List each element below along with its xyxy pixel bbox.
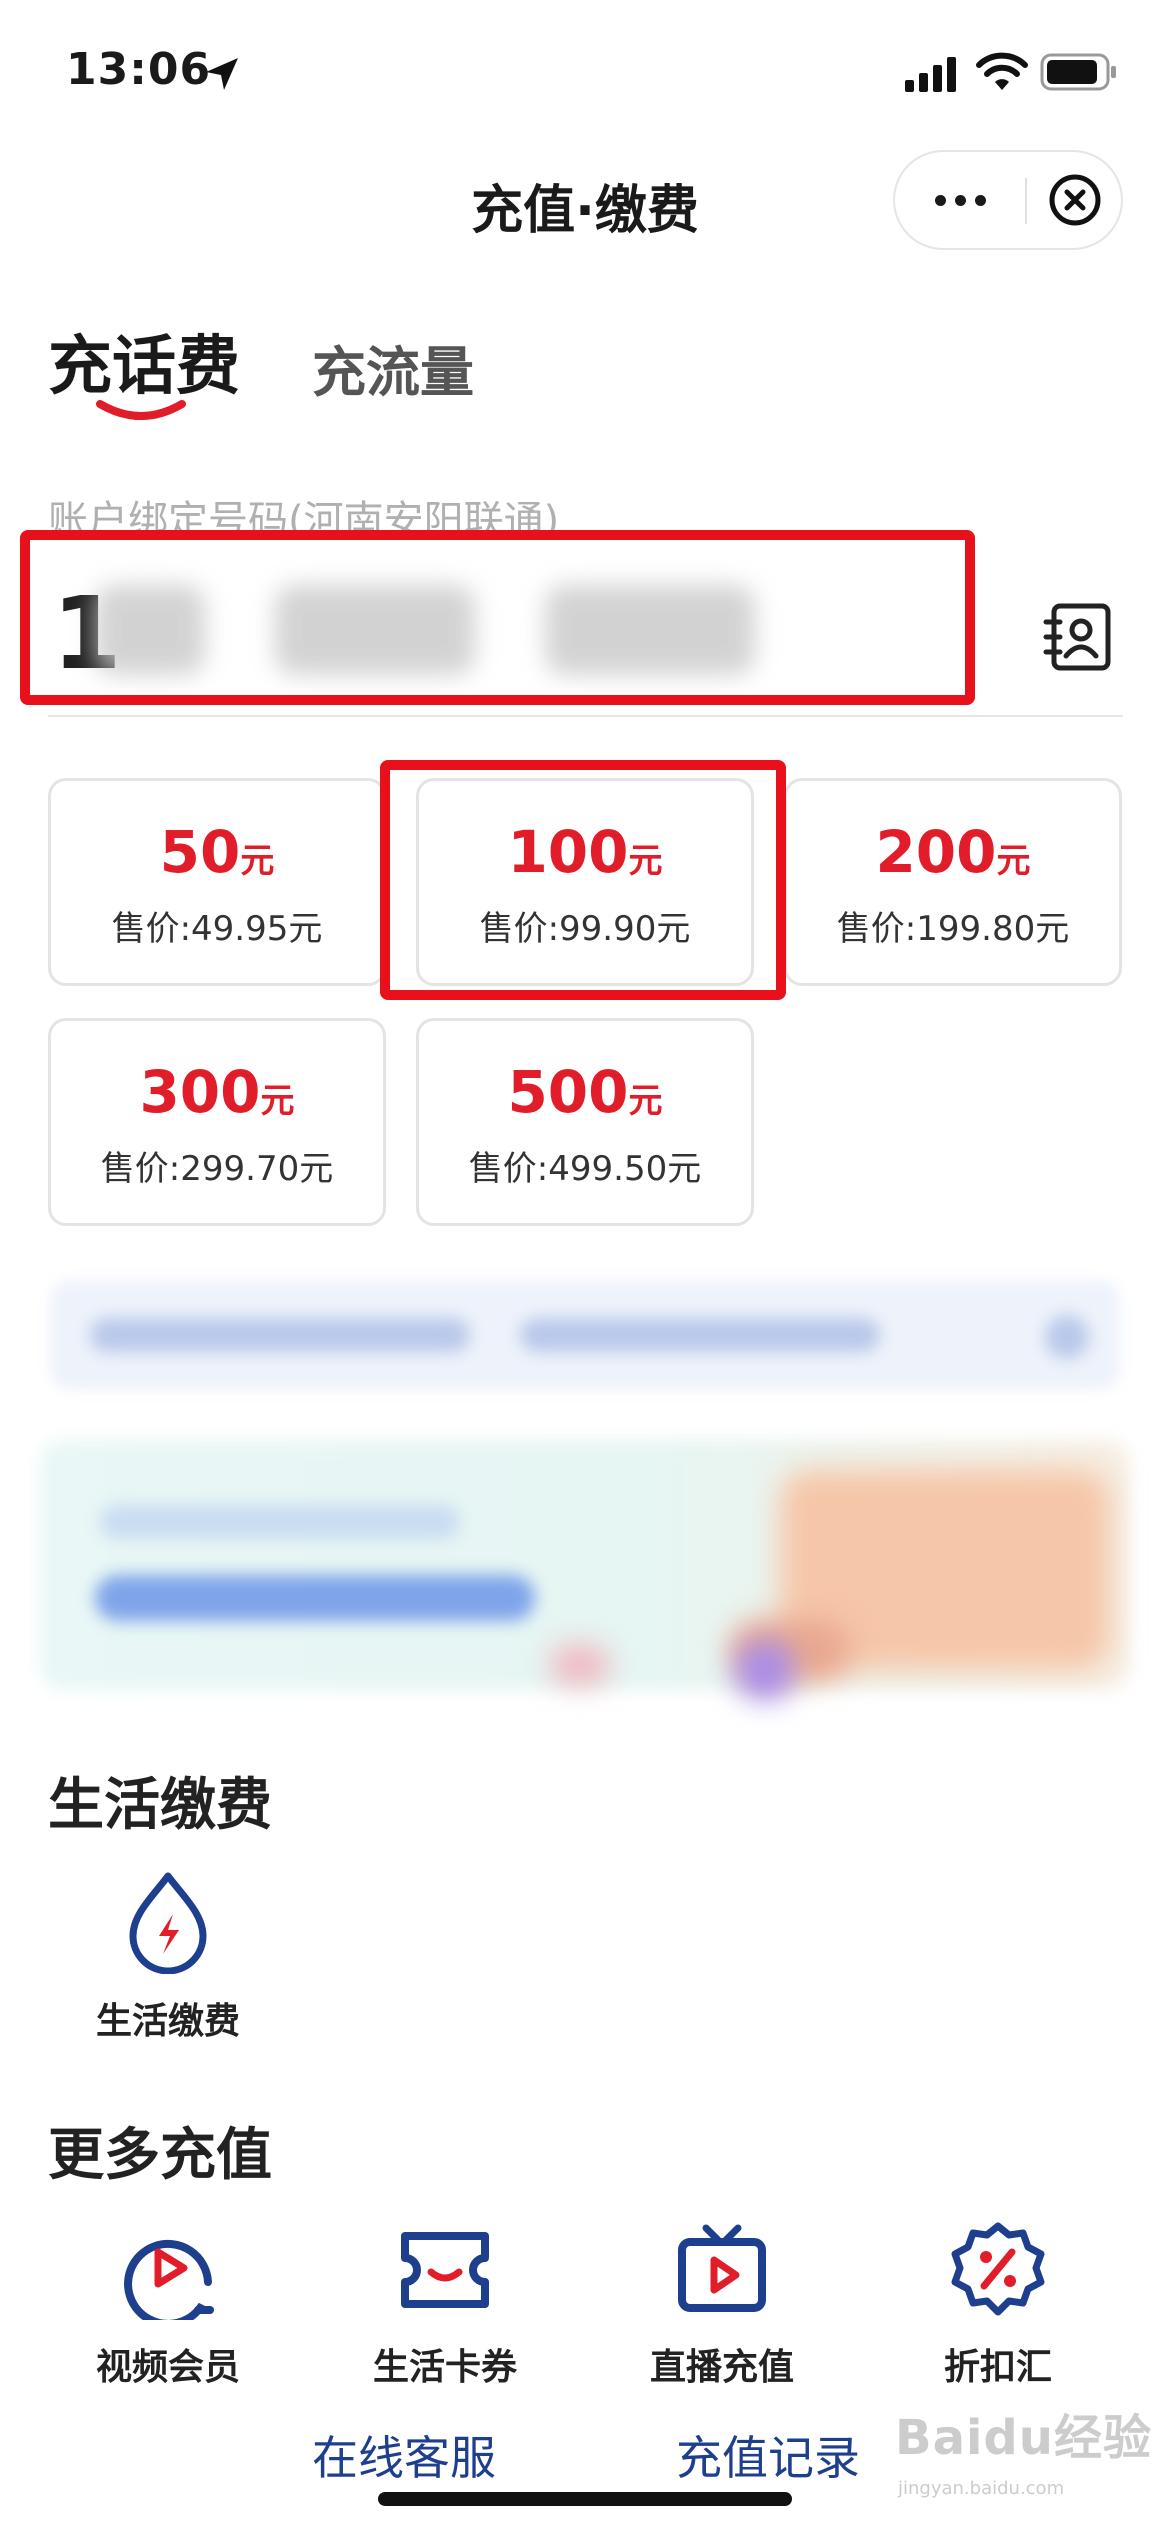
online-service-link[interactable]: 在线客服 <box>312 2422 496 2488</box>
battery-icon <box>1040 53 1116 91</box>
more-recharge-section-title: 更多充值 <box>48 2123 272 2188</box>
promo-text-blurred <box>90 1318 470 1352</box>
phone-highlight-box <box>20 530 975 705</box>
promo-banner-button-blurred <box>95 1575 535 1621</box>
location-arrow-icon <box>206 58 238 90</box>
amount-sale-price: 售价:49.95元 <box>111 909 323 949</box>
active-tab-indicator <box>96 400 186 420</box>
baidu-watermark: Baidu经验 <box>895 2410 1152 2466</box>
amount-value: 200元 <box>875 818 1031 886</box>
amount-sale-price: 售价:299.70元 <box>100 1149 334 1189</box>
promo-banner-text-blurred <box>100 1505 460 1539</box>
amount-sale-price: 售价:499.50元 <box>468 1149 702 1189</box>
more-recharge-video-membership[interactable]: 视频会员 <box>48 2220 288 2390</box>
more-menu-button[interactable] <box>895 152 1025 248</box>
amount-option-300[interactable]: 300元 售价:299.70元 <box>48 1018 386 1226</box>
water-drop-bolt-icon <box>129 1872 207 1974</box>
contacts-book-icon[interactable] <box>1040 600 1114 674</box>
home-indicator[interactable] <box>378 2492 792 2506</box>
promo-text-blurred <box>520 1318 880 1352</box>
more-dot-icon <box>974 194 986 206</box>
amount-option-200[interactable]: 200元 售价:199.80元 <box>784 778 1122 986</box>
status-bar: 13:06 <box>0 0 1170 140</box>
status-time: 13:06 <box>66 44 212 95</box>
chevron-right-icon <box>1045 1315 1089 1359</box>
mini-program-capsule <box>893 150 1123 250</box>
tab-phone-bill[interactable]: 充话费 <box>48 315 240 407</box>
life-payment-item-label: 生活缴费 <box>95 2001 240 2042</box>
cellular-signal-icon <box>905 57 956 92</box>
close-icon[interactable] <box>1045 170 1105 230</box>
more-recharge-item-label: 视频会员 <box>95 2347 240 2388</box>
life-payment-section-title: 生活缴费 <box>48 1773 272 1838</box>
more-recharge-item-label: 直播充值 <box>649 2347 794 2388</box>
more-recharge-life-coupons[interactable]: 生活卡券 <box>325 2220 565 2390</box>
percent-badge-icon <box>951 2222 1045 2316</box>
tv-live-icon <box>678 2224 766 2312</box>
more-recharge-live-streaming[interactable]: 直播充值 <box>602 2220 842 2390</box>
account-divider <box>48 715 1123 717</box>
amount-sale-price: 售价:199.80元 <box>836 909 1070 949</box>
more-dot-icon <box>934 194 946 206</box>
promo-illustration-blurred <box>550 1645 610 1685</box>
amount-value: 500元 <box>507 1058 663 1126</box>
baidu-watermark-url: jingyan.baidu.com <box>898 2478 1065 2499</box>
amount-option-50[interactable]: 50元 售价:49.95元 <box>48 778 386 986</box>
coupon-ticket-icon <box>401 2232 489 2308</box>
wifi-icon <box>976 52 1028 90</box>
recharge-records-link[interactable]: 充值记录 <box>676 2422 860 2488</box>
life-payment-item[interactable]: 生活缴费 <box>48 1870 288 2044</box>
selected-amount-highlight <box>380 760 786 1000</box>
more-recharge-item-label: 折扣汇 <box>943 2347 1052 2388</box>
account-label: 账户绑定号码(河南安阳联通) <box>48 498 560 530</box>
amount-option-500[interactable]: 500元 售价:499.50元 <box>416 1018 754 1226</box>
capsule-divider <box>1025 178 1027 224</box>
tab-data-plan[interactable]: 充流量 <box>312 328 474 407</box>
promo-illustration-blurred <box>735 1640 795 1700</box>
more-dot-icon <box>954 194 966 206</box>
video-play-icon <box>124 2239 214 2320</box>
amount-value: 300元 <box>139 1058 295 1126</box>
more-recharge-discount-hub[interactable]: 折扣汇 <box>878 2220 1118 2390</box>
amount-value: 50元 <box>159 818 275 886</box>
more-recharge-item-label: 生活卡券 <box>372 2347 517 2388</box>
